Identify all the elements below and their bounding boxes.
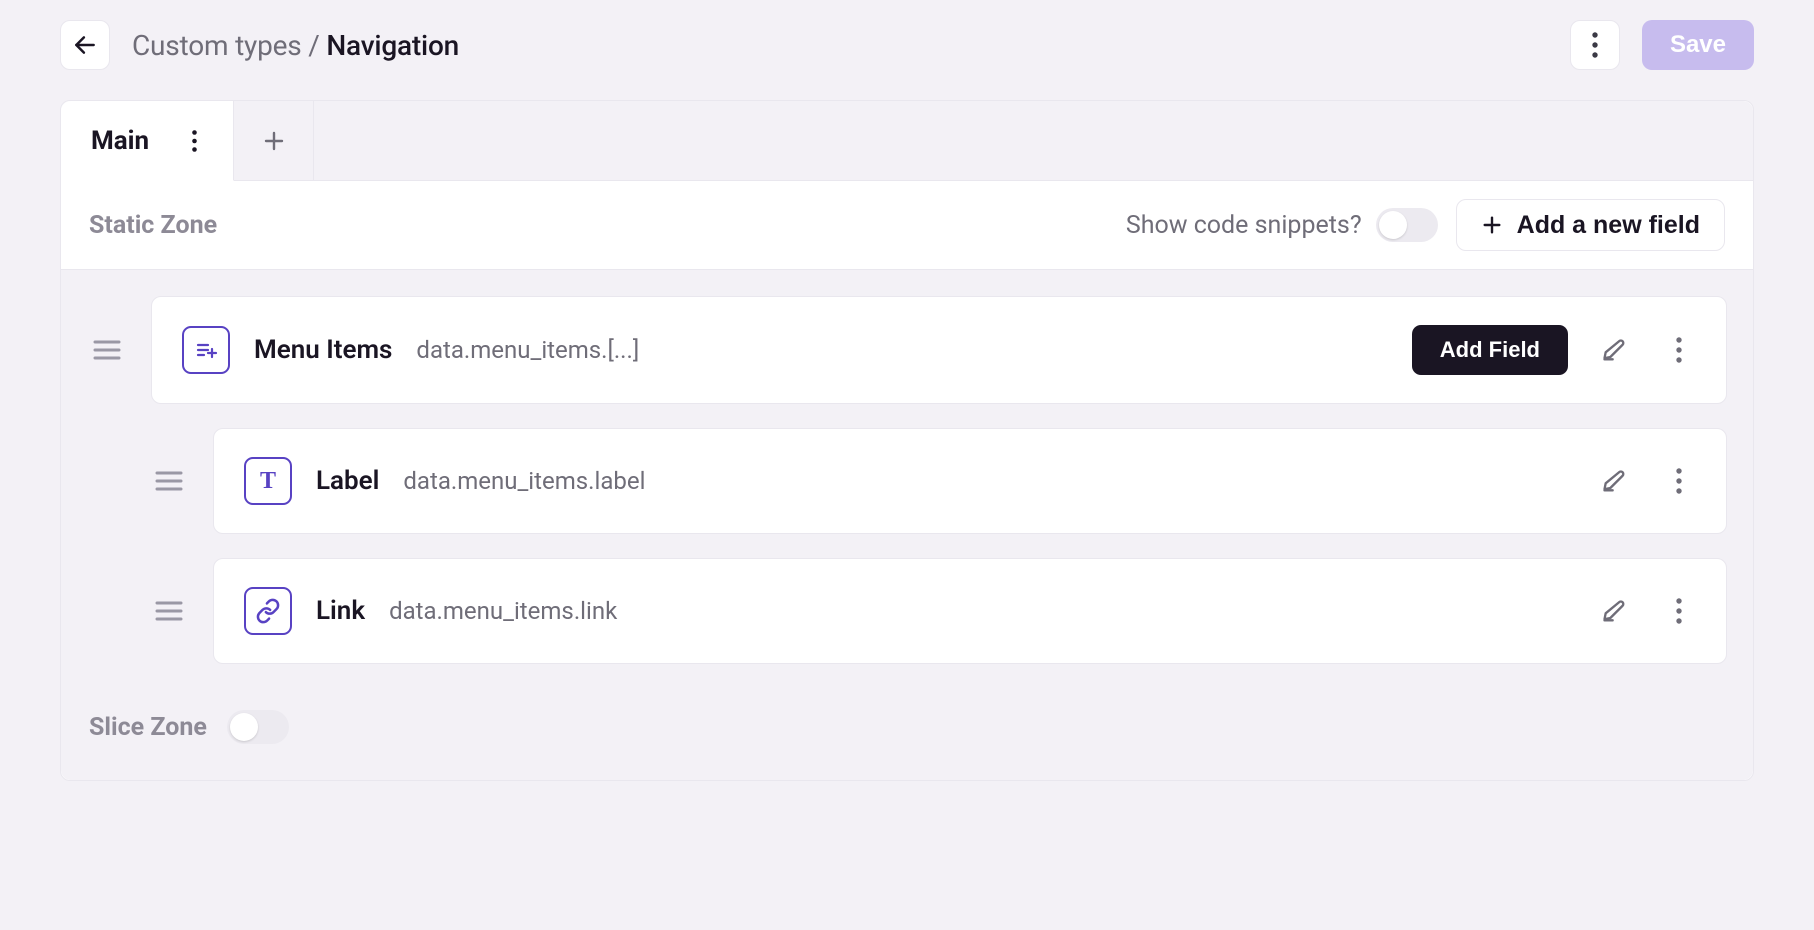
link-field-icon (244, 587, 292, 635)
field-api-id: data.menu_items.link (389, 597, 617, 625)
field-child-row: T Label data.menu_items.label (149, 428, 1727, 534)
slice-zone-toggle[interactable] (227, 710, 289, 744)
editor-header: Custom types / Navigation Save (60, 20, 1754, 70)
breadcrumb: Custom types / Navigation (132, 29, 459, 62)
static-zone-body: Menu Items data.menu_items.[...] Add Fie… (61, 270, 1753, 700)
pencil-icon (1601, 467, 1629, 495)
field-group-row: Menu Items data.menu_items.[...] Add Fie… (87, 296, 1727, 404)
code-snippets-label: Show code snippets? (1126, 211, 1362, 240)
slice-zone-footer: Slice Zone (61, 700, 1753, 780)
drag-icon (155, 470, 183, 492)
kebab-icon (1676, 598, 1682, 624)
plus-icon (262, 129, 286, 153)
tab-label: Main (91, 126, 149, 156)
pencil-icon (1601, 597, 1629, 625)
add-tab-button[interactable] (234, 101, 314, 180)
tab-bar: Main (61, 101, 1753, 181)
field-api-id: data.menu_items.label (403, 467, 645, 495)
pencil-icon (1601, 336, 1629, 364)
code-snippets-toggle[interactable] (1376, 208, 1438, 242)
breadcrumb-current: Navigation (326, 29, 459, 62)
slice-zone-title: Slice Zone (89, 713, 207, 742)
child-card-label: T Label data.menu_items.label (213, 428, 1727, 534)
drag-icon (155, 600, 183, 622)
field-name: Label (316, 466, 379, 496)
save-button[interactable]: Save (1642, 20, 1754, 70)
static-zone-title: Static Zone (89, 211, 217, 240)
kebab-icon (192, 130, 197, 152)
static-zone-header: Static Zone Show code snippets? Add a ne… (61, 181, 1753, 270)
back-button[interactable] (60, 20, 110, 70)
field-name: Menu Items (254, 335, 392, 365)
field-more-menu-button[interactable] (1662, 594, 1696, 628)
kebab-icon (1676, 468, 1682, 494)
drag-handle[interactable] (87, 339, 127, 361)
group-card-menu-items: Menu Items data.menu_items.[...] Add Fie… (151, 296, 1727, 404)
edit-field-button[interactable] (1598, 333, 1632, 367)
arrow-left-icon (72, 32, 98, 58)
breadcrumb-prefix: Custom types / (132, 29, 326, 62)
drag-handle[interactable] (149, 470, 189, 492)
tab-menu-button[interactable] (181, 128, 207, 154)
text-field-icon: T (244, 457, 292, 505)
edit-field-button[interactable] (1598, 464, 1632, 498)
tab-main[interactable]: Main (61, 101, 234, 181)
kebab-icon (1592, 32, 1598, 58)
child-card-link: Link data.menu_items.link (213, 558, 1727, 664)
group-icon (182, 326, 230, 374)
field-api-id: data.menu_items.[...] (416, 336, 639, 364)
field-child-row: Link data.menu_items.link (149, 558, 1727, 664)
add-field-label: Add a new field (1517, 211, 1700, 240)
field-more-menu-button[interactable] (1662, 464, 1696, 498)
edit-field-button[interactable] (1598, 594, 1632, 628)
drag-handle[interactable] (149, 600, 189, 622)
field-name: Link (316, 596, 365, 626)
add-group-child-button[interactable]: Add Field (1412, 325, 1568, 375)
drag-icon (93, 339, 121, 361)
add-field-button[interactable]: Add a new field (1456, 199, 1725, 251)
plus-icon (1481, 214, 1503, 236)
header-more-menu-button[interactable] (1570, 20, 1620, 70)
editor-panel: Main Static Zone Show code snippets? Add… (60, 100, 1754, 781)
kebab-icon (1676, 337, 1682, 363)
field-more-menu-button[interactable] (1662, 333, 1696, 367)
